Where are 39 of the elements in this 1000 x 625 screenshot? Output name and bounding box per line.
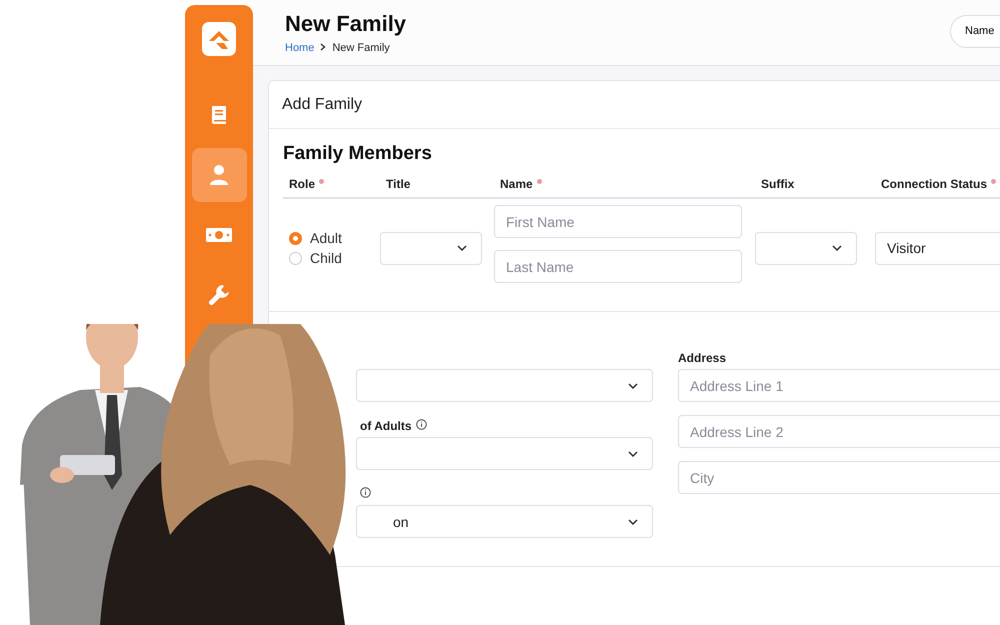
last-name-field[interactable]: Last Name bbox=[494, 250, 742, 283]
field-label: Address bbox=[678, 351, 726, 365]
wrench-icon bbox=[208, 284, 230, 306]
book-icon bbox=[209, 104, 229, 126]
dropdown-select[interactable] bbox=[356, 437, 653, 470]
caret-icon bbox=[832, 245, 842, 251]
caret-icon bbox=[628, 518, 638, 524]
radio-button[interactable] bbox=[289, 232, 302, 244]
breadcrumb-link[interactable]: Home bbox=[285, 42, 314, 54]
caret-icon bbox=[628, 450, 638, 456]
breadcrumb-current: New Family bbox=[332, 42, 390, 54]
section-title: Family Members bbox=[283, 143, 433, 165]
first-name-field[interactable]: First Name bbox=[494, 205, 742, 238]
page-title: New Family bbox=[285, 11, 406, 37]
column-header: Role bbox=[289, 177, 316, 191]
connection-status-select[interactable]: Visitor bbox=[875, 232, 1000, 264]
card-title: Add Family bbox=[282, 96, 362, 114]
person-icon bbox=[209, 164, 229, 186]
column-header: Suffix bbox=[761, 177, 794, 191]
radio-button[interactable] bbox=[289, 252, 302, 264]
dropdown-select[interactable]: on bbox=[356, 505, 653, 538]
address-field[interactable]: Address Line 2 bbox=[678, 415, 1000, 448]
address-field[interactable]: Address Line 1 bbox=[678, 369, 1000, 402]
address-field[interactable]: City bbox=[678, 461, 1000, 494]
radio-label: Adult bbox=[310, 230, 342, 246]
title-select[interactable] bbox=[380, 232, 482, 264]
dropdown-select[interactable] bbox=[356, 369, 653, 402]
field-label: of Adults bbox=[360, 419, 412, 433]
person-nav-button[interactable] bbox=[192, 148, 246, 202]
logo-icon bbox=[202, 22, 236, 56]
column-header: Name bbox=[500, 177, 533, 191]
radio-label: Child bbox=[310, 250, 342, 266]
banknote-icon bbox=[206, 226, 232, 244]
column-header: Connection Status bbox=[881, 177, 988, 191]
caret-icon bbox=[628, 382, 638, 388]
suffix-select[interactable] bbox=[755, 232, 857, 264]
column-header: Title bbox=[386, 177, 410, 191]
caret-icon bbox=[457, 245, 467, 251]
name-button[interactable]: Name bbox=[950, 14, 1000, 48]
